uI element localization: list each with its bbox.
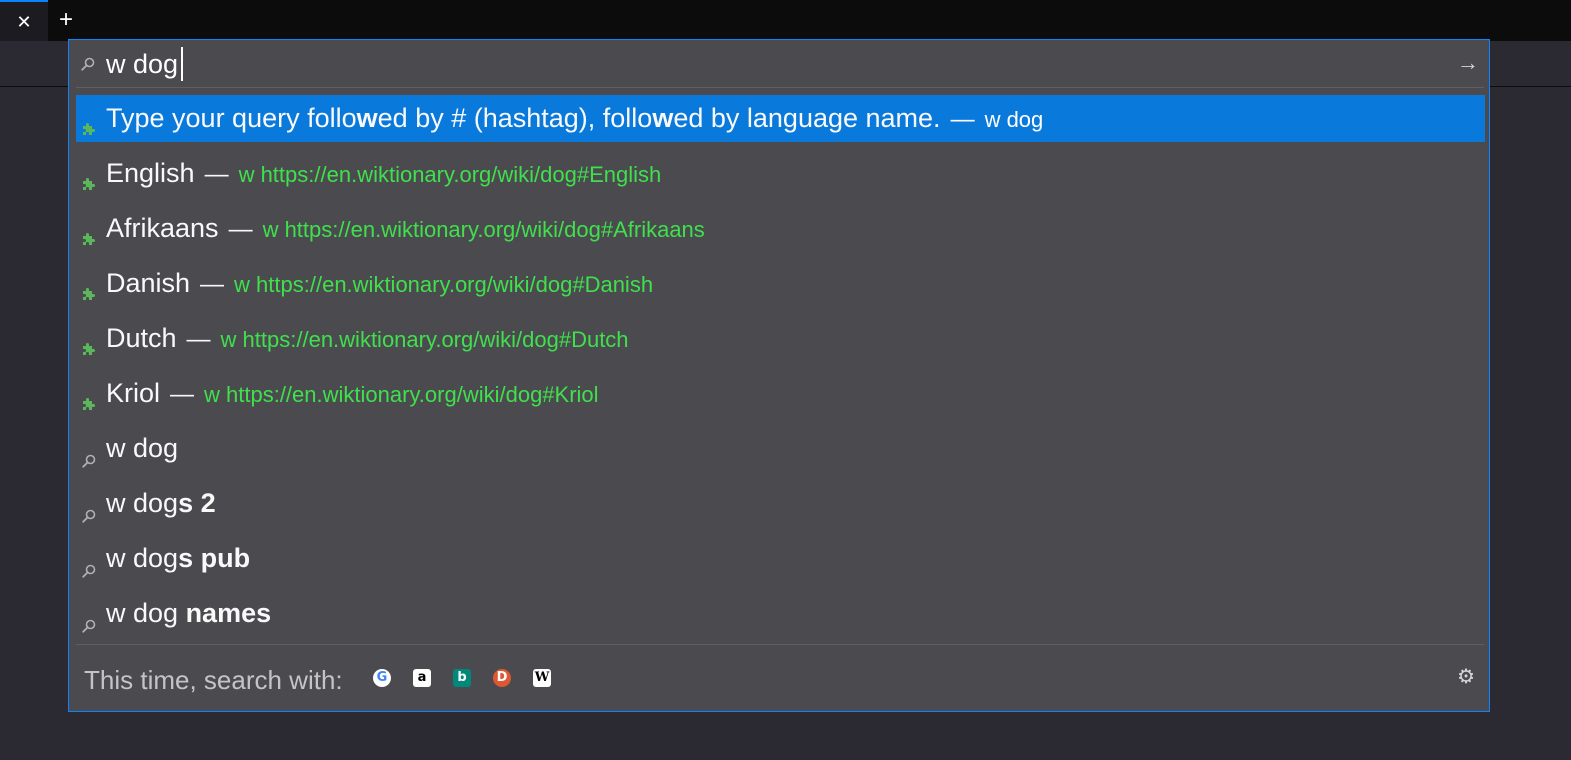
suggestion-url: w dog [984, 107, 1044, 132]
suggestion-row[interactable]: Kriol — w https://en.wiktionary.org/wiki/d… [76, 370, 1485, 417]
suggestion-title-text: Afrikaans [106, 213, 219, 243]
suggestion-title: Dutch — w https://en.wiktionary.org/wiki/d… [106, 315, 629, 363]
search-icon [81, 57, 95, 71]
suggestion-separator: — [170, 381, 195, 408]
divider [76, 644, 1484, 645]
suggestion-title: Afrikaans — w https://en.wiktionary.org/wi… [106, 205, 705, 253]
suggestion-url: w https://en.wiktionary.org/wiki/dog#Dan… [234, 272, 654, 297]
suggestion-title-match: names [185, 598, 272, 628]
one-off-search-label: This time, search with: [84, 665, 343, 695]
suggestion-separator: — [228, 216, 253, 243]
amazon-icon[interactable]: a [413, 669, 431, 687]
suggestion-title-text: ed by language name. [673, 103, 941, 133]
suggestion-title: Kriol — w https://en.wiktionary.org/wiki/d… [106, 370, 599, 418]
text-caret [181, 47, 183, 81]
suggestion-title-text: w dog [106, 598, 186, 628]
new-tab-button[interactable]: + [52, 0, 80, 41]
suggestion-row[interactable]: Dutch — w https://en.wiktionary.org/wiki/d… [76, 315, 1485, 362]
puzzle-icon [83, 123, 95, 135]
puzzle-icon [83, 398, 95, 410]
suggestion-title-text: English [106, 158, 195, 188]
search-suggestion-row[interactable]: w dog names [76, 590, 1485, 637]
suggestion-url: w https://en.wiktionary.org/wiki/dog#Eng… [238, 162, 662, 187]
search-icon [82, 564, 96, 578]
divider [76, 87, 1484, 88]
urlbar: → [69, 40, 1489, 87]
suggestion-title: w dogs pub [106, 535, 250, 581]
go-arrow-icon[interactable]: → [1457, 52, 1479, 74]
suggestion-separator: — [950, 106, 975, 133]
suggestion-row[interactable]: Afrikaans — w https://en.wiktionary.org/wi… [76, 205, 1485, 252]
suggestion-title-match: s pub [178, 543, 251, 573]
search-icon [82, 454, 96, 468]
suggestion-title-text: ed by # (hashtag), follo [377, 103, 653, 133]
urlbar-input[interactable] [106, 46, 1446, 82]
suggestion-title-text: w dog [106, 488, 179, 518]
suggestion-row[interactable]: Danish — w https://en.wiktionary.org/wiki/… [76, 260, 1485, 307]
suggestion-url: w https://en.wiktionary.org/wiki/dog#Kri… [204, 382, 599, 407]
urlbar-popup: → Type your query followed by # (hashtag… [68, 39, 1490, 712]
duckduckgo-icon[interactable]: D [493, 669, 511, 687]
suggestion-title: w dogs 2 [106, 480, 216, 526]
suggestion-title-match: w [356, 103, 378, 133]
suggestion-separator: — [204, 161, 229, 188]
one-off-search-bar: This time, search with: G a b D W ⚙ [69, 646, 1489, 710]
search-icon [82, 619, 96, 633]
suggestion-title-match: s 2 [178, 488, 216, 518]
wikipedia-icon[interactable]: W [533, 669, 551, 687]
puzzle-icon [83, 288, 95, 300]
suggestion-separator: — [200, 271, 225, 298]
suggestion-row[interactable]: Type your query followed by # (hashtag),… [76, 95, 1485, 142]
puzzle-icon [83, 343, 95, 355]
bing-icon[interactable]: b [453, 669, 471, 687]
suggestion-title-match: w [652, 103, 674, 133]
search-icon [82, 509, 96, 523]
suggestion-title-text: w dog [106, 543, 179, 573]
suggestion-title: w dog [106, 425, 178, 471]
suggestion-title-text: Type your query follo [106, 103, 357, 133]
search-suggestion-row[interactable]: w dog [76, 425, 1485, 472]
suggestion-title-text: Kriol [106, 378, 161, 408]
google-icon[interactable]: G [373, 669, 391, 687]
suggestion-title: Type your query followed by # (hashtag),… [106, 95, 1043, 143]
tab-strip: ✕ + [0, 0, 1571, 41]
suggestion-title-text: Dutch [106, 323, 177, 353]
search-suggestion-row[interactable]: w dogs 2 [76, 480, 1485, 527]
suggestion-row[interactable]: English — w https://en.wiktionary.org/wiki… [76, 150, 1485, 197]
suggestion-title: w dog names [106, 590, 271, 636]
results-list: Type your query followed by # (hashtag),… [76, 95, 1485, 645]
suggestion-title: English — w https://en.wiktionary.org/wiki… [106, 150, 661, 198]
suggestion-title-text: Danish [106, 268, 191, 298]
puzzle-icon [83, 178, 95, 190]
gear-icon[interactable]: ⚙ [1457, 666, 1475, 688]
suggestion-separator: — [186, 326, 211, 353]
suggestion-url: w https://en.wiktionary.org/wiki/dog#Dut… [220, 327, 629, 352]
suggestion-title: Danish — w https://en.wiktionary.org/wiki/… [106, 260, 653, 308]
suggestion-url: w https://en.wiktionary.org/wiki/dog#Afr… [262, 217, 705, 242]
suggestion-title-text: w dog [106, 433, 179, 463]
close-tab-button[interactable]: ✕ [0, 0, 48, 41]
search-suggestion-row[interactable]: w dogs pub [76, 535, 1485, 582]
puzzle-icon [83, 233, 95, 245]
